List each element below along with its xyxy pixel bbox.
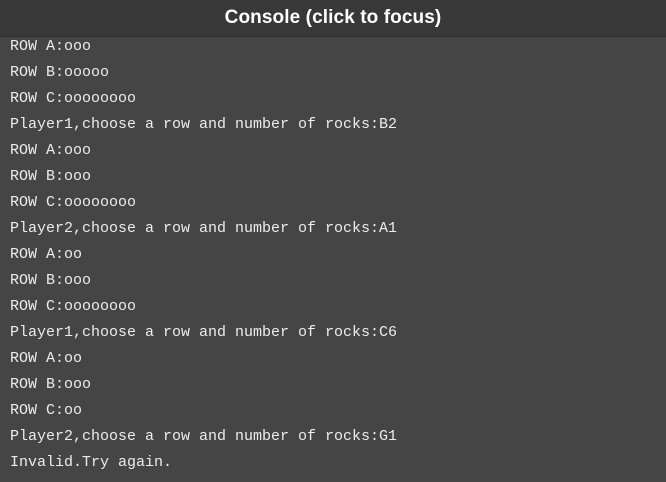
console-line: ROW A:oo xyxy=(10,350,83,367)
console-line: ROW B:ooo xyxy=(10,168,92,185)
console-title: Console (click to focus) xyxy=(224,7,442,28)
console-line: ROW B:ooo xyxy=(10,376,92,393)
console-output[interactable]: ROW A:ooo ROW B:ooooo ROW C:oooooooo Pla… xyxy=(0,37,666,482)
console-line: Player2,choose a row and number of rocks… xyxy=(10,220,398,237)
console-line: Player2,choose a row and number of rocks… xyxy=(10,428,398,445)
console-line: ROW A:ooo xyxy=(10,38,92,55)
console-line: Invalid.Try again. xyxy=(10,454,173,471)
console-header[interactable]: Console (click to focus) xyxy=(0,0,666,37)
console-line: ROW B:ooooo xyxy=(10,64,110,81)
console-line: Player1,choose a row and number of rocks… xyxy=(10,324,398,341)
console-line: Player1,choose a row and number of rocks… xyxy=(10,116,398,133)
console-line: ROW C:oooooooo xyxy=(10,298,137,315)
console-panel: Console (click to focus) ROW A:ooo ROW B… xyxy=(0,0,666,482)
console-line: ROW C:oooooooo xyxy=(10,90,137,107)
console-line: ROW C:oo xyxy=(10,402,83,419)
console-line: ROW A:ooo xyxy=(10,142,92,159)
console-line: ROW B:ooo xyxy=(10,272,92,289)
console-line: ROW A:oo xyxy=(10,246,83,263)
console-line: ROW C:oooooooo xyxy=(10,194,137,211)
